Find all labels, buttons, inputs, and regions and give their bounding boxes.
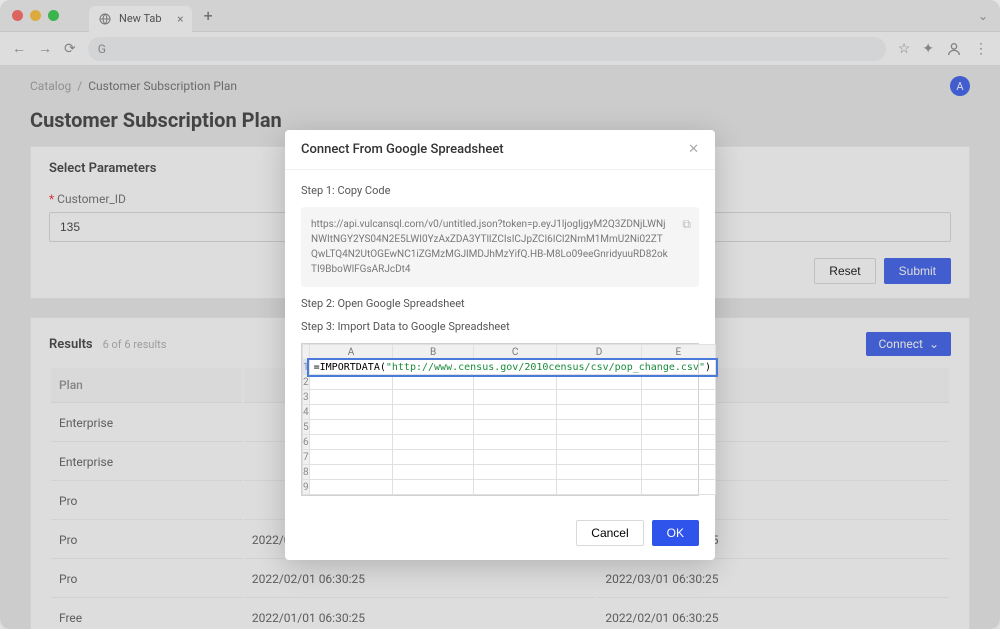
ss-row-header: 8 — [303, 465, 310, 480]
ss-cell[interactable] — [393, 420, 473, 435]
formula-cell[interactable]: =IMPORTDATA("http://www.census.gov/2010c… — [309, 360, 715, 375]
step3-label: Step 3: Import Data to Google Spreadshee… — [301, 320, 699, 333]
spreadsheet-preview: ABCDE 1=IMPORTDATA("http://www.census.go… — [301, 343, 699, 496]
code-box: https://api.vulcansql.com/v0/untitled.js… — [301, 207, 699, 287]
ss-cell[interactable] — [393, 480, 473, 495]
ss-cell[interactable] — [309, 435, 393, 450]
ss-cell[interactable] — [309, 465, 393, 480]
ss-cell[interactable] — [393, 450, 473, 465]
ss-cell[interactable] — [393, 465, 473, 480]
modal-body: Step 1: Copy Code https://api.vulcansql.… — [285, 170, 715, 510]
ss-row-header: 9 — [303, 480, 310, 495]
modal-footer: Cancel OK — [285, 510, 715, 560]
ss-cell[interactable] — [557, 375, 641, 390]
ss-cell[interactable] — [473, 450, 557, 465]
ss-cell[interactable] — [393, 390, 473, 405]
ss-col: D — [557, 345, 641, 360]
ss-cell[interactable] — [641, 480, 715, 495]
ss-cell[interactable] — [641, 405, 715, 420]
api-url: https://api.vulcansql.com/v0/untitled.js… — [311, 219, 668, 275]
ss-cell[interactable] — [473, 480, 557, 495]
ss-row-header: 6 — [303, 435, 310, 450]
ss-cell[interactable] — [557, 450, 641, 465]
modal-overlay: Connect From Google Spreadsheet ✕ Step 1… — [0, 0, 1000, 629]
ss-row-header: 3 — [303, 390, 310, 405]
ss-cell[interactable] — [309, 390, 393, 405]
ss-cell[interactable] — [557, 420, 641, 435]
ss-row-header: 5 — [303, 420, 310, 435]
ss-cell[interactable] — [473, 420, 557, 435]
modal-title: Connect From Google Spreadsheet — [301, 142, 504, 157]
ss-cell[interactable] — [473, 390, 557, 405]
ss-cell[interactable] — [641, 435, 715, 450]
step1-label: Step 1: Copy Code — [301, 184, 699, 197]
ss-cell[interactable] — [641, 420, 715, 435]
ss-cell[interactable] — [309, 480, 393, 495]
ss-cell[interactable] — [473, 405, 557, 420]
ss-cell[interactable] — [641, 390, 715, 405]
ss-cell[interactable] — [473, 465, 557, 480]
ss-cell[interactable] — [473, 375, 557, 390]
ok-button[interactable]: OK — [652, 520, 699, 546]
ss-cell[interactable] — [393, 405, 473, 420]
ss-cell[interactable] — [557, 405, 641, 420]
ss-cell[interactable] — [309, 450, 393, 465]
close-icon[interactable]: ✕ — [688, 142, 699, 157]
step2-label: Step 2: Open Google Spreadsheet — [301, 297, 699, 310]
ss-col: E — [641, 345, 715, 360]
ss-row-header: 1 — [303, 360, 310, 375]
ss-cell[interactable] — [557, 435, 641, 450]
ss-cell[interactable] — [309, 375, 393, 390]
ss-cell[interactable] — [393, 375, 473, 390]
modal-header: Connect From Google Spreadsheet ✕ — [285, 130, 715, 170]
cancel-button[interactable]: Cancel — [576, 520, 643, 546]
ss-cell[interactable] — [309, 420, 393, 435]
ss-col: C — [473, 345, 557, 360]
ss-col: B — [393, 345, 473, 360]
browser-window: New Tab × + ⌄ ← → ⟳ G ☆ ✦ ⋮ Catalog / Cu… — [0, 0, 1000, 629]
ss-cell[interactable] — [557, 390, 641, 405]
ss-row-header: 7 — [303, 450, 310, 465]
ss-cell[interactable] — [557, 465, 641, 480]
connect-modal: Connect From Google Spreadsheet ✕ Step 1… — [285, 130, 715, 560]
ss-cell[interactable] — [641, 375, 715, 390]
ss-cell[interactable] — [641, 465, 715, 480]
copy-icon[interactable]: ⧉ — [682, 215, 691, 233]
ss-row-header: 4 — [303, 405, 310, 420]
ss-cell[interactable] — [557, 480, 641, 495]
ss-cell[interactable] — [641, 450, 715, 465]
ss-cell[interactable] — [473, 435, 557, 450]
ss-cell[interactable] — [393, 435, 473, 450]
ss-col: A — [309, 345, 393, 360]
ss-row-header: 2 — [303, 375, 310, 390]
ss-cell[interactable] — [309, 405, 393, 420]
